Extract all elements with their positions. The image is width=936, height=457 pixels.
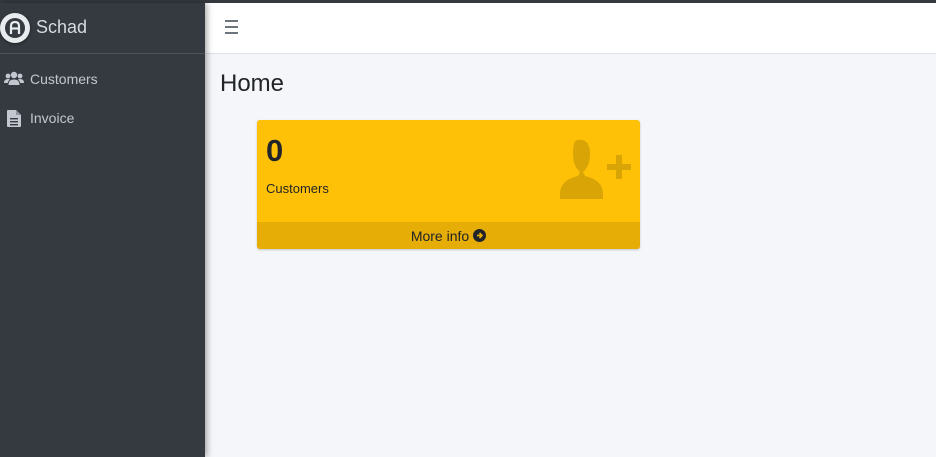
more-info-label: More info	[410, 227, 470, 244]
page-title: Home	[220, 70, 285, 97]
customers-stat-card: 0 Customers More info	[257, 120, 640, 249]
users-icon	[4, 70, 24, 88]
sidebar: Schad Customers Invoice	[0, 3, 205, 457]
sidebar-item-customers[interactable]: Customers	[0, 62, 205, 96]
sidebar-item-label: Invoice	[30, 110, 75, 126]
customers-card-label: Customers	[266, 181, 329, 196]
brand-link[interactable]: Schad	[0, 3, 205, 54]
user-plus-icon	[557, 136, 633, 205]
sidebar-item-invoice[interactable]: Invoice	[0, 101, 205, 135]
app-logo-icon	[0, 13, 30, 43]
arrow-circle-right-icon	[473, 229, 487, 242]
file-text-icon	[4, 109, 24, 127]
more-info-link[interactable]: More info	[257, 222, 640, 249]
top-navbar	[205, 3, 936, 54]
customers-count: 0	[266, 133, 284, 168]
hamburger-menu-icon[interactable]	[225, 20, 238, 34]
sidebar-item-label: Customers	[30, 71, 98, 87]
brand-name: Schad	[36, 17, 88, 37]
